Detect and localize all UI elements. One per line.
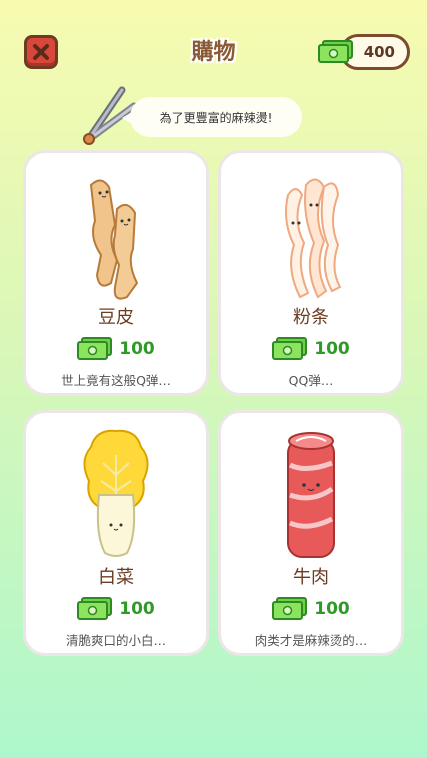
tip-bubble: 為了更豐富的麻辣燙! [122,97,302,137]
tofu-skin-icon [89,179,139,300]
item-price-value: 100 [314,599,350,619]
cabbage-icon [83,429,149,557]
item-price-value: 100 [119,599,155,619]
shop-item-beef[interactable]: 牛肉 100 肉类才是麻辣烫的… [218,410,404,656]
item-price: 100 [26,596,206,622]
cash-icon [272,337,308,360]
item-desc: QQ弹… [288,373,334,388]
wallet: 400 [318,34,410,70]
item-price: 100 [221,596,401,622]
tip-text: 為了更豐富的麻辣燙! [159,110,273,125]
cash-icon [272,597,308,620]
item-desc: 世上竟有这般Q弹… [61,373,171,388]
cash-icon [77,337,113,360]
shop-item-noodle[interactable]: 粉条 100 QQ弹… [218,150,404,396]
item-name: 粉条 [293,307,329,328]
item-name: 牛肉 [293,567,329,588]
item-price-value: 100 [119,339,155,359]
item-desc: 清脆爽口的小白… [65,633,166,648]
item-price-value: 100 [314,339,350,359]
shop-item-cabbage[interactable]: 白菜 100 清脆爽口的小白… [23,410,209,656]
item-price: 100 [26,336,206,362]
shop-item-tofu-skin[interactable]: 豆皮 100 世上竟有这般Q弹… [23,150,209,396]
item-name: 豆皮 [98,307,134,328]
item-name: 白菜 [98,567,134,588]
beef-roll-icon [287,432,335,558]
item-desc: 肉类才是麻辣烫的… [254,633,368,648]
noodle-icon [285,178,342,299]
item-price: 100 [221,336,401,362]
cash-icon [318,40,353,63]
cash-icon [77,597,113,620]
